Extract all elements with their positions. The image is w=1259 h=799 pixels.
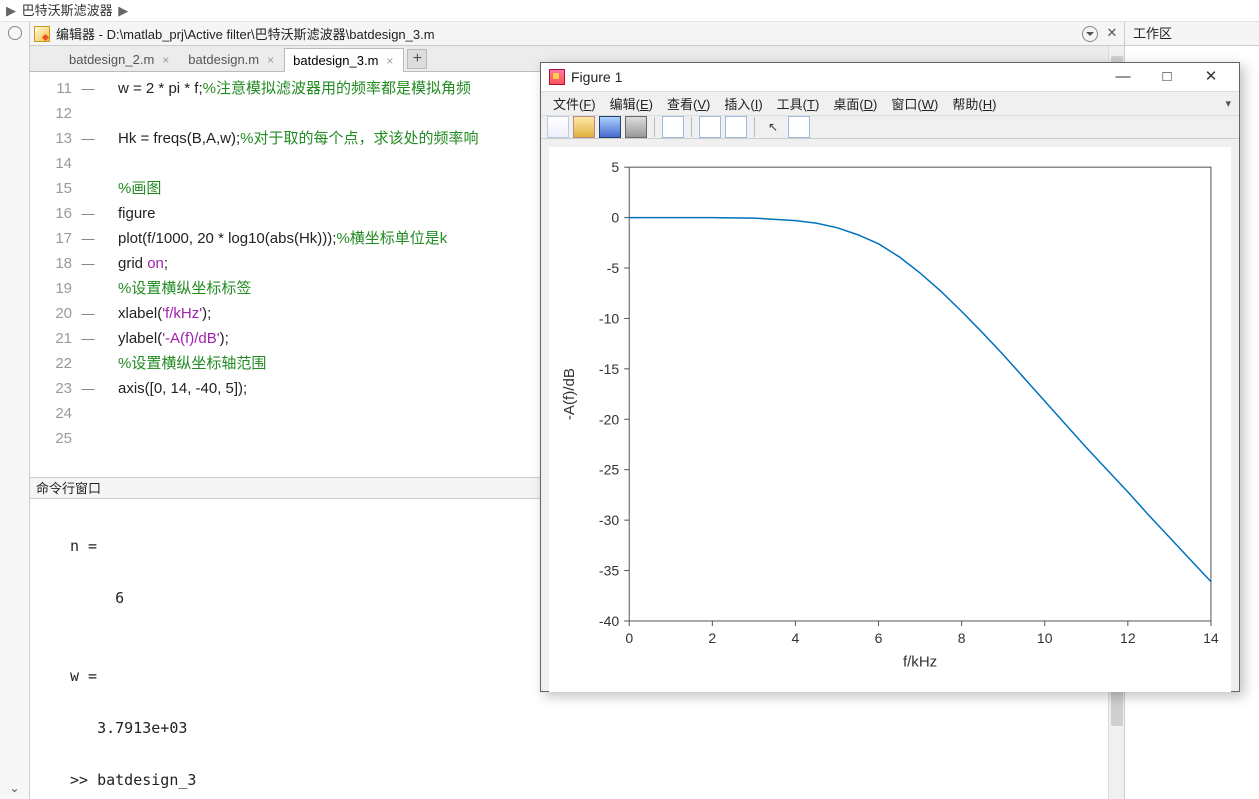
svg-text:12: 12	[1120, 630, 1136, 646]
toolbar-separator	[691, 117, 692, 137]
editor-icon	[34, 26, 50, 42]
svg-text:0: 0	[611, 210, 619, 226]
tab-batdesign_2-m[interactable]: batdesign_2.m ×	[60, 47, 180, 71]
svg-text:14: 14	[1203, 630, 1219, 646]
svg-text:-15: -15	[599, 361, 619, 377]
editor-header: 编辑器 - D:\matlab_prj\Active filter\巴特沃斯滤波…	[30, 22, 1124, 46]
new-tab-button[interactable]: +	[407, 49, 427, 69]
menu-工具t[interactable]: 工具(T)	[771, 92, 826, 115]
pointer-icon[interactable]	[762, 116, 784, 138]
breadcrumb-item[interactable]: 巴特沃斯滤波器	[22, 3, 113, 18]
new-figure-icon[interactable]	[547, 116, 569, 138]
menu-编辑e[interactable]: 编辑(E)	[604, 92, 659, 115]
collapse-toggle-icon[interactable]	[8, 26, 22, 40]
svg-text:4: 4	[792, 630, 800, 646]
svg-text:-20: -20	[599, 411, 619, 427]
menu-桌面d[interactable]: 桌面(D)	[827, 92, 883, 115]
editor-title: 编辑器 - D:\matlab_prj\Active filter\巴特沃斯滤波…	[56, 24, 1076, 43]
maximize-button[interactable]: □	[1145, 63, 1189, 91]
menu-插入i[interactable]: 插入(I)	[718, 92, 768, 115]
dock-figure-icon[interactable]: ▾	[1225, 97, 1233, 110]
chevron-down-icon[interactable]: ⌄	[9, 781, 19, 795]
svg-text:-35: -35	[599, 563, 619, 579]
figure-title: Figure 1	[571, 69, 1101, 85]
tab-close-icon[interactable]: ×	[384, 54, 395, 68]
toolbar-separator	[654, 117, 655, 137]
svg-text:8: 8	[958, 630, 966, 646]
inspector-icon[interactable]	[788, 116, 810, 138]
editor-menu-dropdown[interactable]	[1082, 26, 1098, 42]
svg-text:-5: -5	[607, 260, 620, 276]
tab-label: batdesign_2.m	[69, 52, 154, 67]
svg-text:-10: -10	[599, 310, 619, 326]
figure-titlebar[interactable]: Figure 1 — □ ✕	[541, 63, 1239, 92]
minimize-button[interactable]: —	[1101, 63, 1145, 91]
svg-text:f/kHz: f/kHz	[903, 653, 937, 670]
svg-text:-A(f)/dB: -A(f)/dB	[561, 368, 578, 420]
svg-text:10: 10	[1037, 630, 1053, 646]
svg-text:2: 2	[708, 630, 716, 646]
svg-text:0: 0	[625, 630, 633, 646]
menu-文件f[interactable]: 文件(F)	[547, 92, 602, 115]
svg-text:6: 6	[875, 630, 883, 646]
colorbar-icon[interactable]	[725, 116, 747, 138]
tab-close-icon[interactable]: ×	[160, 53, 171, 67]
plot-axes[interactable]: 0 2 4 6 8 10 12 14 -40 -35 -30 -25 -20 -15 -10 -5 0 5 f/kH…	[549, 147, 1231, 692]
save-icon[interactable]	[599, 116, 621, 138]
editor-close-button[interactable]: ✕	[1104, 26, 1120, 42]
svg-text:-30: -30	[599, 512, 619, 528]
tab-close-icon[interactable]: ×	[265, 53, 276, 67]
tab-label: batdesign.m	[188, 52, 259, 67]
figure-window[interactable]: Figure 1 — □ ✕ 文件(F)编辑(E)查看(V)插入(I)工具(T)…	[540, 62, 1240, 692]
chevron-right-icon: ▶	[4, 0, 18, 22]
chevron-right-icon: ▶	[116, 0, 130, 22]
svg-text:-40: -40	[599, 613, 619, 629]
figure-toolbar	[541, 116, 1239, 139]
link-icon[interactable]	[699, 116, 721, 138]
tab-label: batdesign_3.m	[293, 53, 378, 68]
toolbar-separator	[754, 117, 755, 137]
tab-batdesign-m[interactable]: batdesign.m ×	[179, 47, 285, 71]
figure-menubar: 文件(F)编辑(E)查看(V)插入(I)工具(T)桌面(D)窗口(W)帮助(H)…	[541, 92, 1239, 116]
workspace-title: 工作区	[1125, 22, 1259, 46]
open-icon[interactable]	[573, 116, 595, 138]
left-gutter: ⌄	[0, 22, 30, 799]
close-button[interactable]: ✕	[1189, 63, 1233, 91]
menu-帮助h[interactable]: 帮助(H)	[946, 92, 1002, 115]
matlab-figure-icon	[549, 69, 565, 85]
menu-查看v[interactable]: 查看(V)	[661, 92, 716, 115]
tab-batdesign_3-m[interactable]: batdesign_3.m ×	[284, 48, 404, 72]
breadcrumb[interactable]: ▶ 巴特沃斯滤波器 ▶	[0, 0, 1259, 22]
svg-text:-25: -25	[599, 462, 619, 478]
menu-窗口w[interactable]: 窗口(W)	[885, 92, 944, 115]
edit-plot-icon[interactable]	[662, 116, 684, 138]
svg-text:5: 5	[611, 159, 619, 175]
print-icon[interactable]	[625, 116, 647, 138]
